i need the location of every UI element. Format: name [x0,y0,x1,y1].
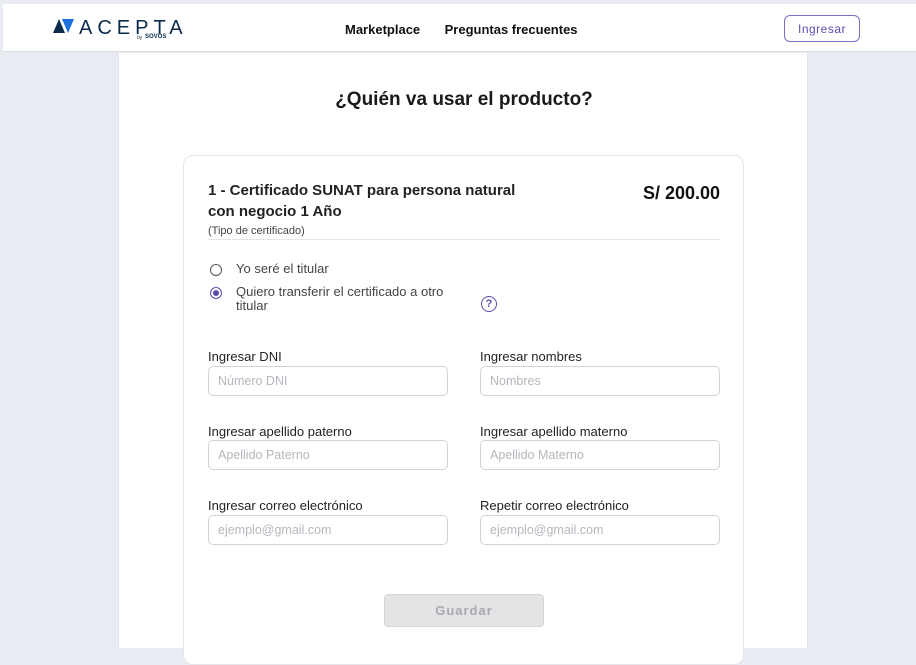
nav-marketplace[interactable]: Marketplace [345,22,420,37]
page-title: ¿Quién va usar el producto? [335,89,593,110]
save-button[interactable]: Guardar [384,594,544,627]
apellido-materno-label: Ingresar apellido materno [480,424,628,439]
dni-input[interactable] [208,366,448,396]
product-card: 1 - Certificado SUNAT para persona natur… [183,155,744,665]
brand-sovos: SOVOS [145,34,167,40]
brand-by: by [137,35,143,41]
apellido-paterno-input[interactable] [208,440,448,470]
product-type: (Tipo de certificado) [208,225,305,237]
top-navbar: ACEPTA by SOVOS Marketplace Preguntas fr… [3,4,916,52]
acepta-logo[interactable]: ACEPTA by SOVOS [53,17,183,43]
question-circle-icon[interactable]: ? [481,296,497,312]
radio-button[interactable] [210,264,222,276]
radio-option-self[interactable]: Yo seré el titular [210,262,476,276]
main-nav: Marketplace Preguntas frecuentes [345,21,598,39]
email-repeat-input[interactable] [480,515,720,545]
apellido-materno-input[interactable] [480,440,720,470]
email-label: Ingresar correo electrónico [208,498,363,513]
main-panel: ¿Quién va usar el producto? 1 - Certific… [118,53,808,665]
product-title: 1 - Certificado SUNAT para persona natur… [208,182,516,220]
nombres-label: Ingresar nombres [480,349,582,364]
email-input[interactable] [208,515,448,545]
login-button[interactable]: Ingresar [784,15,860,42]
radio-label: Quiero transferir el certificado a otro … [236,284,444,313]
apellido-paterno-label: Ingresar apellido paterno [208,424,352,439]
brand-name: ACEPTA [79,17,188,39]
radio-label: Yo seré el titular [236,261,329,276]
dni-label: Ingresar DNI [208,349,282,364]
divider [208,239,720,240]
radio-button-selected[interactable] [210,287,222,299]
product-price: S/ 200.00 [642,183,720,203]
radio-option-transfer[interactable]: Quiero transferir el certificado a otro … [210,285,476,313]
acepta-logo-icon [53,19,74,33]
email-repeat-label: Repetir correo electrónico [480,498,629,513]
nav-faq[interactable]: Preguntas frecuentes [445,22,578,37]
nombres-input[interactable] [480,366,720,396]
